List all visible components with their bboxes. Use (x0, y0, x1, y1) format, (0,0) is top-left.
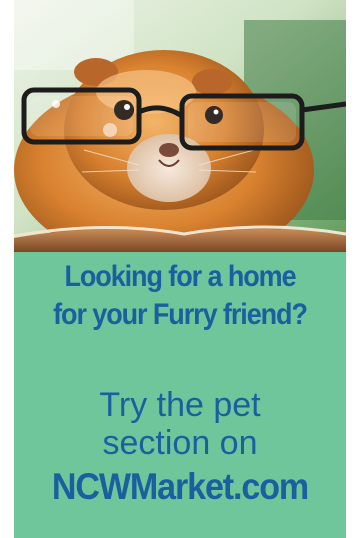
cta-line-2: section on (102, 424, 258, 462)
ad-panel: Looking for a home for your Furry friend… (14, 0, 346, 538)
guinea-pig-photo (14, 0, 346, 252)
headline-line-1: Looking for a home (64, 260, 296, 293)
headline-line-2: for your Furry friend? (53, 298, 308, 331)
cta-line-1: Try the pet (99, 386, 261, 424)
guinea-pig-with-glasses-icon (14, 0, 346, 252)
headline: Looking for a home for your Furry friend… (31, 258, 330, 334)
website-link[interactable]: NCWMarket.com (27, 464, 332, 510)
advertisement[interactable]: Looking for a home for your Furry friend… (0, 0, 360, 538)
call-to-action: Try the pet section on (14, 386, 346, 462)
